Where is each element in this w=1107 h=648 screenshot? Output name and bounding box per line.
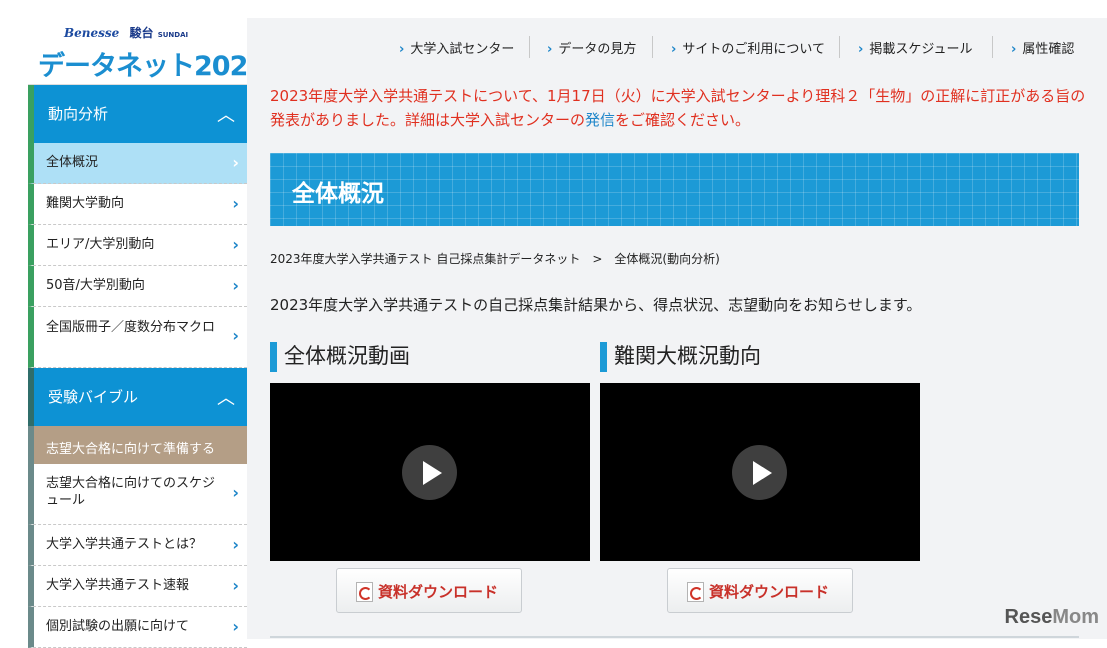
sidebar-item-national-booklet[interactable]: 全国版冊子／度数分布マクロ ›: [28, 307, 247, 368]
logo-brands: Benesse 駿台 SUNDAI: [64, 24, 188, 41]
chevron-right-icon: ›: [232, 235, 239, 254]
notice-link[interactable]: 発信: [585, 111, 615, 129]
sidebar: Benesse 駿台 SUNDAI データネット2023 動向分析 ︿ 全体概況…: [28, 18, 266, 648]
logo-title: データネット2023: [38, 51, 266, 82]
resemom-watermark: ReseMom: [1004, 606, 1099, 628]
section-divider: [270, 636, 1079, 638]
nav-divider: [992, 36, 993, 58]
sidebar-item-label: 全体概況: [46, 155, 99, 170]
nav-divider: [529, 36, 530, 58]
nav-link-label: 属性確認: [1022, 42, 1075, 57]
sidebar-section-exam-bible[interactable]: 受験バイブル ︿: [28, 368, 247, 426]
nav-link-exam-center[interactable]: › 大学入試センター: [399, 38, 514, 57]
chevron-right-icon: ›: [547, 42, 553, 57]
nav-divider: [652, 36, 653, 58]
nav-link-label: データの見方: [558, 42, 637, 57]
nav-divider: [839, 36, 840, 58]
chevron-right-icon: ›: [858, 42, 864, 57]
sidebar-item-label: エリア/大学別動向: [46, 237, 155, 252]
chevron-right-icon: ›: [232, 576, 239, 595]
chevron-up-icon: ︿: [217, 105, 235, 126]
chevron-right-icon: ›: [232, 483, 239, 502]
main-content: 2023年度大学入学共通テストについて、1月17日（火）に大学入試センターより理…: [247, 78, 1107, 639]
sidebar-subheading: 志望大合格に向けて準備する: [28, 426, 247, 464]
sidebar-item-common-test-flash[interactable]: 大学入学共通テスト速報 ›: [28, 566, 247, 607]
page-title: 全体概況: [292, 181, 384, 207]
chevron-right-icon: ›: [232, 276, 239, 295]
breadcrumb: 2023年度大学入学共通テスト 自己採点集計データネット > 全体概況(動向分析…: [270, 252, 720, 266]
sidebar-item-application[interactable]: 個別試験の出願に向けて ›: [28, 607, 247, 648]
sidebar-item-area[interactable]: エリア/大学別動向 ›: [28, 225, 247, 266]
video-heading-label: 難関大概況動向: [614, 344, 761, 368]
video-heading-label: 全体概況動画: [284, 344, 410, 368]
chevron-right-icon: ›: [232, 153, 239, 172]
nav-link-site-usage[interactable]: › サイトのご利用について: [671, 38, 825, 57]
chevron-right-icon: ›: [232, 326, 239, 345]
top-navigation: › 大学入試センター › データの見方 › サイトのご利用について › 掲載スケジュール…: [247, 18, 1107, 78]
sidebar-item-label: 難関大学動向: [46, 196, 125, 211]
sidebar-item-label: 個別試験の出願に向けて: [46, 619, 190, 634]
chevron-right-icon: ›: [232, 617, 239, 636]
sidebar-item-overview[interactable]: 全体概況 ›: [28, 143, 247, 184]
nav-link-how-to-read[interactable]: › データの見方: [547, 38, 636, 57]
chevron-right-icon: ›: [399, 42, 405, 57]
heading-accent-bar: [600, 342, 607, 372]
nav-link-label: サイトのご利用について: [682, 42, 825, 57]
subheading-label: 志望大合格に向けて準備する: [46, 442, 216, 457]
play-icon[interactable]: [402, 445, 457, 500]
correction-notice: 2023年度大学入学共通テストについて、1月17日（火）に大学入試センターより理…: [270, 84, 1090, 132]
sidebar-item-label: 全国版冊子／度数分布マクロ: [46, 320, 216, 335]
sidebar-item-label: 大学入学共通テストとは？: [46, 537, 203, 552]
pdf-icon: [687, 582, 704, 602]
chevron-right-icon: ›: [232, 194, 239, 213]
play-icon[interactable]: [732, 445, 787, 500]
pdf-icon: [356, 582, 373, 602]
nav-link-schedule[interactable]: › 掲載スケジュール: [858, 38, 972, 57]
sidebar-section-trend-analysis[interactable]: 動向分析 ︿: [28, 85, 247, 143]
intro-text: 2023年度大学入学共通テストの自己採点集計結果から、得点状況、志望動向をお知ら…: [270, 296, 922, 314]
section-title: 動向分析: [48, 105, 109, 123]
chevron-up-icon: ︿: [217, 388, 235, 409]
sundai-logo-text: 駿台 SUNDAI: [129, 26, 189, 40]
download-button-top-universities[interactable]: 資料ダウンロード: [667, 568, 853, 613]
download-button-overview[interactable]: 資料ダウンロード: [336, 568, 522, 613]
video-heading-overview: 全体概況動画: [270, 340, 410, 372]
page-title-banner: 全体概況: [270, 153, 1079, 226]
chevron-right-icon: ›: [1011, 42, 1017, 57]
benesse-logo-text: Benesse: [64, 26, 120, 40]
video-player-top-universities[interactable]: [600, 383, 920, 561]
video-player-overview[interactable]: [270, 383, 590, 561]
sidebar-item-what-is-common-test[interactable]: 大学入学共通テストとは？ ›: [28, 525, 247, 566]
sidebar-item-label: 50音/大学別動向: [46, 278, 145, 293]
sidebar-item-schedule[interactable]: 志望大合格に向けてのスケジュール ›: [28, 464, 247, 525]
nav-link-label: 大学入試センター: [410, 42, 515, 57]
chevron-right-icon: ›: [232, 535, 239, 554]
download-button-label: 資料ダウンロード: [378, 583, 499, 601]
heading-accent-bar: [270, 342, 277, 372]
download-button-label: 資料ダウンロード: [709, 583, 830, 601]
notice-text-end: をご確認ください。: [615, 111, 751, 129]
sidebar-item-label: 大学入学共通テスト速報: [46, 578, 190, 593]
nav-link-attribute-check[interactable]: › 属性確認: [1011, 38, 1074, 57]
sidebar-item-label: 志望大合格に向けてのスケジュール: [46, 476, 216, 508]
site-logo[interactable]: Benesse 駿台 SUNDAI データネット2023: [28, 18, 266, 85]
section-title: 受験バイブル: [48, 388, 139, 406]
video-heading-top-universities: 難関大概況動向: [600, 340, 761, 372]
sidebar-item-top-universities[interactable]: 難関大学動向 ›: [28, 184, 247, 225]
sidebar-item-gojuon[interactable]: 50音/大学別動向 ›: [28, 266, 247, 307]
nav-link-label: 掲載スケジュール: [869, 42, 973, 57]
chevron-right-icon: ›: [671, 42, 677, 57]
